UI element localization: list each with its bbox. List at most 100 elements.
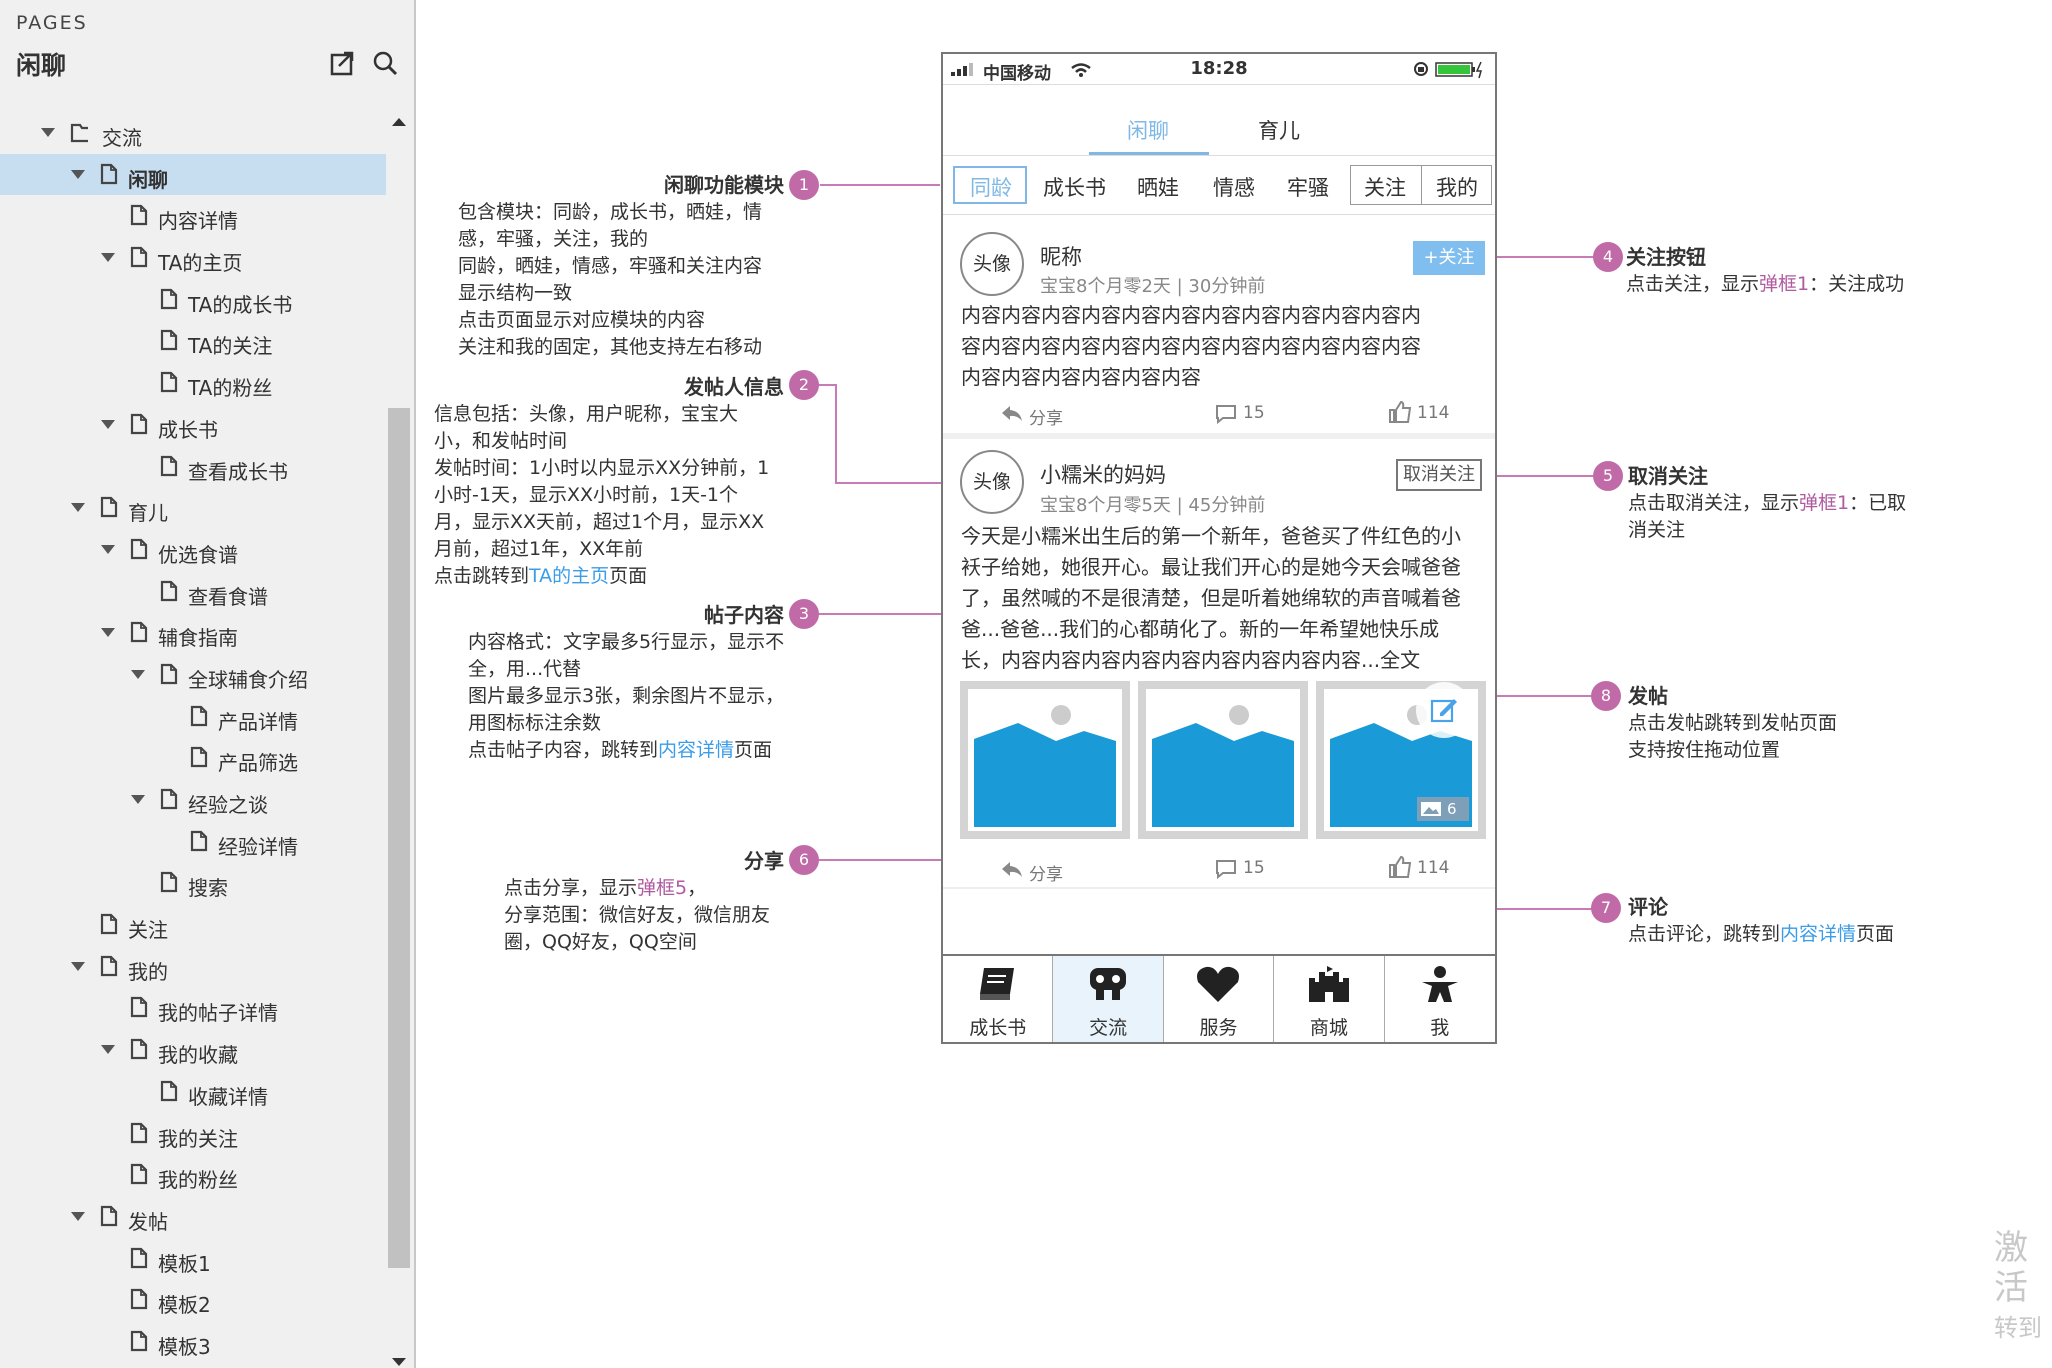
post-nickname[interactable]: 小糯米的妈妈 — [1040, 459, 1166, 489]
like-icon[interactable] — [1388, 855, 1412, 879]
nav-shangcheng[interactable]: 商城 — [1274, 956, 1385, 1042]
content-line: 容内容内容内容内容内容内容内容内容内容内容内容 — [961, 334, 1421, 358]
ta-homepage-link[interactable]: TA的主页 — [529, 565, 609, 587]
annotation-7-line: 点击评论，跳转到内容详情页面 — [1628, 921, 1968, 948]
annotation-4: 关注按钮 点击关注，显示弹框1：关注成功 — [1626, 244, 1966, 298]
annotation-2-line: 小时-1天，显示XX小时前，1天-1个 — [434, 484, 739, 506]
compose-fab[interactable] — [1416, 682, 1472, 738]
annotation-2-line: 信息包括：头像，用户昵称，宝宝大 — [434, 403, 739, 425]
content-line: 内容内容内容内容内容内容 — [961, 365, 1201, 389]
comment-count: 15 — [1243, 858, 1265, 878]
post-image[interactable] — [1138, 681, 1308, 839]
category-laosao[interactable]: 牢骚 — [1287, 172, 1329, 202]
chat-icon — [1090, 968, 1127, 1000]
annotation-8-number: 8 — [1591, 681, 1621, 711]
image-placeholder-icon — [1146, 689, 1300, 831]
unfollow-button[interactable]: 取消关注 — [1396, 459, 1482, 491]
annotation-1-line: 显示结构一致 — [458, 282, 573, 304]
nav-label: 我 — [1430, 1017, 1450, 1039]
post-image[interactable] — [960, 681, 1130, 839]
annotation-2-line: 发帖时间：1小时以内显示XX分钟前，1 — [434, 457, 770, 479]
image-count: 6 — [1447, 800, 1457, 818]
person-icon — [1421, 966, 1458, 1002]
post-divider — [943, 433, 1495, 439]
share-icon[interactable] — [1001, 404, 1023, 422]
category-wode[interactable]: 我的 — [1436, 172, 1478, 202]
text: ， — [687, 877, 707, 899]
annotation-1-number: 1 — [789, 170, 819, 200]
annotation-2: 发帖人信息 信息包括：头像，用户昵称，宝宝大 小，和发帖时间 发帖时间：1小时以… — [434, 374, 818, 590]
annotation-1: 闲聊功能模块 包含模块：同龄，成长书，晒娃，情 感，牢骚，关注，我的 同龄，晒娃… — [458, 172, 818, 361]
annotation-4-title: 关注按钮 — [1626, 245, 1706, 269]
avatar[interactable]: 头像 — [960, 450, 1024, 514]
content-line: 内容内容内容内容内容内容内容内容内容内容内容内 — [961, 303, 1421, 327]
content-line: 爸...爸爸...我们的心都萌化了。新的一年希望她快乐成 — [961, 617, 1440, 641]
nav-chengzhangshu[interactable]: 成长书 — [943, 956, 1054, 1042]
nav-fuwu[interactable]: 服务 — [1164, 956, 1275, 1042]
share-label[interactable]: 分享 — [1029, 404, 1063, 429]
annotation-6-title: 分享 — [744, 849, 784, 873]
category-shaiwa[interactable]: 晒娃 — [1137, 172, 1179, 202]
annotation-1-line: 同龄，晒娃，情感，牢骚和关注内容 — [458, 255, 763, 277]
avatar[interactable]: 头像 — [960, 232, 1024, 296]
annotation-8-line: 点击发帖跳转到发帖页面 — [1628, 712, 1838, 734]
annotation-8: 发帖 点击发帖跳转到发帖页面 支持按住拖动位置 — [1628, 683, 1968, 764]
annotation-3-title: 帖子内容 — [704, 603, 784, 627]
annotation-8-line: 支持按住拖动位置 — [1628, 739, 1781, 761]
annotation-1-line: 包含模块：同龄，成长书，晒娃，情 — [458, 201, 763, 223]
annotation-6-line: 点击分享，显示弹框5， — [504, 875, 818, 902]
popup5-link[interactable]: 弹框5 — [637, 877, 687, 899]
post-content[interactable]: 今天是小糯米出生后的第一个新年，爸爸买了件红色的小 袄子给她，她很开心。最让我们… — [961, 521, 1491, 676]
text: 点击取消关注，显示 — [1628, 492, 1800, 514]
text: 点击分享，显示 — [504, 877, 638, 899]
follow-button[interactable]: +关注 — [1413, 241, 1485, 275]
popup1-link[interactable]: 弹框1 — [1799, 492, 1849, 514]
divider — [943, 155, 1495, 156]
share-icon[interactable] — [1001, 860, 1023, 878]
nav-label: 服务 — [1199, 1017, 1238, 1039]
divider — [943, 214, 1495, 215]
castle-icon — [1308, 966, 1349, 1002]
content-detail-link[interactable]: 内容详情 — [658, 739, 734, 761]
nav-jiaoliu[interactable]: 交流 — [1053, 956, 1164, 1042]
image-count-badge: 6 — [1417, 797, 1469, 821]
divider — [1421, 165, 1422, 205]
tab-xianliao[interactable]: 闲聊 — [1127, 115, 1169, 145]
post-nickname[interactable]: 昵称 — [1040, 241, 1082, 271]
annotation-3-line: 图片最多显示3张，剩余图片不显示， — [468, 685, 785, 707]
annotation-5: 取消关注 点击取消关注，显示弹框1：已取 消关注 — [1628, 463, 1968, 544]
popup1-link[interactable]: 弹框1 — [1759, 273, 1809, 295]
annotation-8-title: 发帖 — [1628, 684, 1668, 708]
annotation-1-line: 点击页面显示对应模块的内容 — [458, 309, 706, 331]
comment-icon[interactable] — [1215, 404, 1237, 424]
share-label[interactable]: 分享 — [1029, 860, 1063, 885]
battery-icon — [1435, 61, 1482, 79]
annotation-7-number: 7 — [1591, 893, 1621, 923]
category-chengzhangshu[interactable]: 成长书 — [1043, 172, 1106, 202]
annotation-4-number: 4 — [1593, 242, 1623, 272]
comment-icon[interactable] — [1215, 859, 1237, 879]
rotation-lock-icon — [1414, 62, 1428, 76]
status-bar: 中国移动 18:28 — [943, 54, 1495, 85]
annotation-2-line: 月，显示XX天前，超过1个月，显示XX — [434, 511, 765, 533]
tab-yuer[interactable]: 育儿 — [1258, 115, 1300, 145]
text: 页面 — [734, 739, 773, 761]
content-line: 今天是小糯米出生后的第一个新年，爸爸买了件红色的小 — [961, 524, 1461, 548]
compose-icon — [1430, 699, 1457, 723]
category-qinggan[interactable]: 情感 — [1213, 172, 1255, 202]
annotation-7: 评论 点击评论，跳转到内容详情页面 — [1628, 894, 1968, 948]
category-guanzhu[interactable]: 关注 — [1364, 172, 1406, 202]
content-line: 袄子给她，她很开心。最让我们开心的是她今天会喊爸爸 — [961, 555, 1461, 579]
nav-wo[interactable]: 我 — [1385, 956, 1495, 1042]
nav-label: 交流 — [1089, 1017, 1128, 1039]
text: ：已取 — [1849, 492, 1907, 514]
like-icon[interactable] — [1388, 400, 1412, 424]
annotation-6-line: 分享范围：微信好友，微信朋友 — [504, 904, 771, 926]
text: 点击评论，跳转到 — [1628, 923, 1781, 945]
content-detail-link[interactable]: 内容详情 — [1780, 923, 1856, 945]
text: ：关注成功 — [1809, 273, 1905, 295]
category-tongling[interactable]: 同龄 — [970, 172, 1012, 202]
post-content[interactable]: 内容内容内容内容内容内容内容内容内容内容内容内 容内容内容内容内容内容内容内容内… — [961, 300, 1491, 393]
post-meta: 宝宝8个月零2天 | 30分钟前 — [1040, 276, 1266, 297]
annotation-2-line: 小，和发帖时间 — [434, 430, 568, 452]
